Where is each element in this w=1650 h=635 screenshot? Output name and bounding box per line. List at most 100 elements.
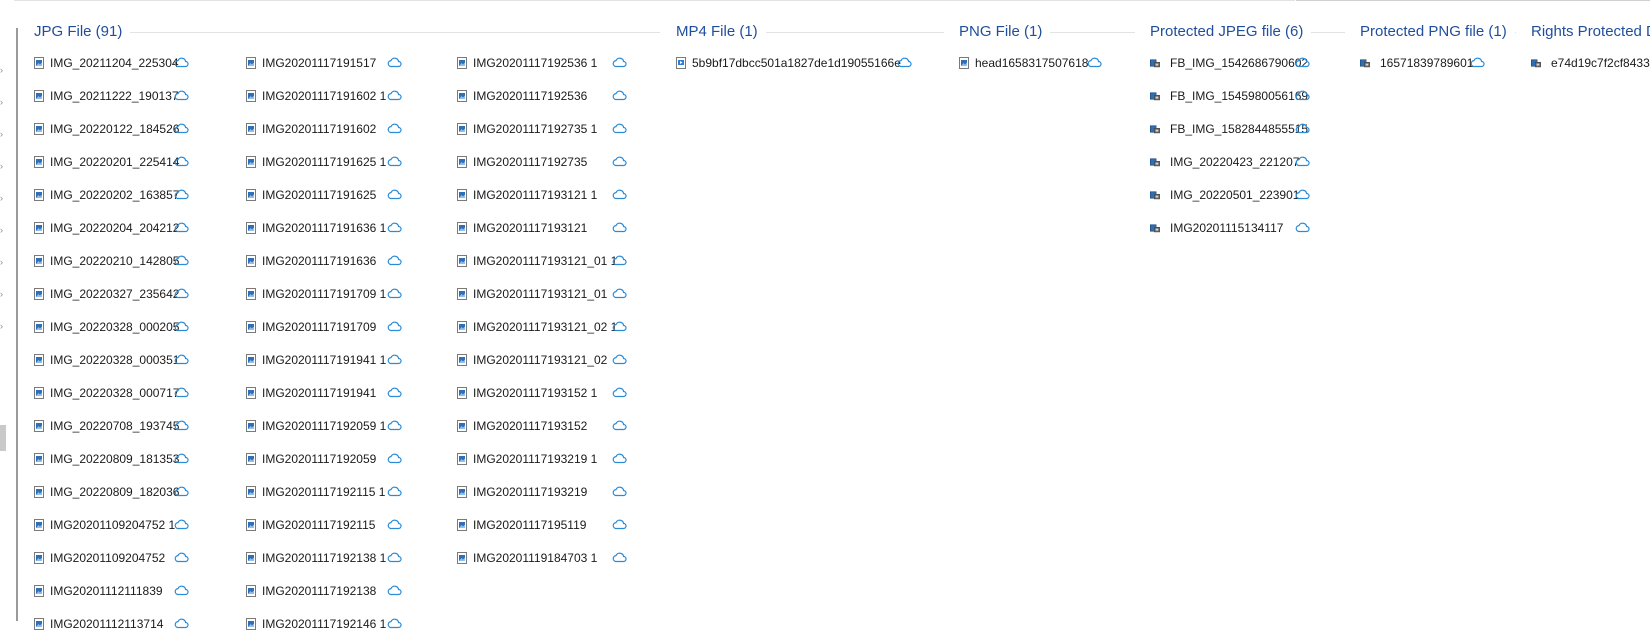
nav-expand-chevron-icon[interactable]: ›: [0, 289, 6, 299]
file-name: IMG20201117193121_02 1: [473, 320, 618, 334]
file-name: IMG20201117191636: [262, 254, 377, 268]
image-file-icon: [34, 420, 44, 432]
cloud-icon: [1295, 90, 1310, 101]
file-name: IMG_20220501_223901: [1170, 188, 1300, 202]
cloud-icon: [174, 420, 189, 431]
cloud-icon: [174, 156, 189, 167]
image-file-icon: [457, 90, 467, 102]
file-name: IMG20201117191625: [262, 188, 377, 202]
cloud-icon: [1295, 189, 1310, 200]
nav-expand-chevron-icon[interactable]: ›: [0, 161, 6, 171]
file-name: IMG20201117195119: [473, 518, 587, 532]
cloud-icon: [174, 255, 189, 266]
nav-expand-chevron-icon[interactable]: ›: [0, 193, 6, 203]
cloud-icon: [174, 354, 189, 365]
cloud-icon: [612, 354, 627, 365]
file-name: IMG_20211222_190137: [50, 89, 179, 103]
cloud-icon: [387, 387, 402, 398]
nav-expand-chevron-icon[interactable]: ›: [0, 257, 6, 267]
file-name: IMG20201117193152 1: [473, 386, 598, 400]
file-name: IMG20201117193121 1: [473, 188, 598, 202]
nav-expand-chevron-icon[interactable]: ›: [0, 65, 6, 75]
cloud-icon: [174, 486, 189, 497]
image-file-icon: [457, 387, 467, 399]
nav-expand-chevron-icon[interactable]: ›: [0, 97, 6, 107]
image-file-icon: [246, 156, 256, 168]
file-name: IMG20201117192138: [262, 584, 377, 598]
pane-divider[interactable]: [16, 28, 18, 621]
image-file-icon: [246, 90, 256, 102]
file-name: head1658317507618: [975, 56, 1089, 70]
image-file-icon: [246, 453, 256, 465]
image-file-icon: [246, 519, 256, 531]
file-name: e74d19c7f2cf8433e4: [1551, 56, 1650, 70]
cloud-icon: [174, 123, 189, 134]
cloud-icon: [387, 57, 402, 68]
protected-file-icon: [1360, 59, 1370, 68]
image-file-icon: [246, 189, 256, 201]
file-name: IMG_20220328_000351: [50, 353, 180, 367]
group-title[interactable]: Protected JPEG file (6): [1150, 22, 1312, 42]
image-file-icon: [246, 222, 256, 234]
cloud-icon: [387, 618, 402, 629]
cloud-icon: [612, 189, 627, 200]
image-file-icon: [246, 552, 256, 564]
image-file-icon: [246, 321, 256, 333]
image-file-icon: [34, 90, 44, 102]
file-name: IMG_20220423_221207: [1170, 155, 1300, 169]
file-name: IMG20201115134117: [1170, 221, 1284, 235]
file-name: IMG20201117192735: [473, 155, 588, 169]
cloud-icon: [612, 453, 627, 464]
image-file-icon: [34, 321, 44, 333]
nav-scrollbar-thumb[interactable]: [0, 425, 6, 451]
protected-file-icon: [1150, 191, 1160, 200]
cloud-icon: [174, 585, 189, 596]
cloud-icon: [387, 90, 402, 101]
cloud-icon: [612, 321, 627, 332]
image-file-icon: [34, 618, 44, 630]
image-file-icon: [246, 288, 256, 300]
image-file-icon: [959, 57, 969, 69]
nav-expand-chevron-icon[interactable]: ›: [0, 321, 6, 331]
cloud-icon: [174, 552, 189, 563]
image-file-icon: [34, 156, 44, 168]
group-title[interactable]: JPG File (91): [34, 22, 131, 42]
nav-expand-chevron-icon[interactable]: ›: [0, 225, 6, 235]
image-file-icon: [34, 57, 44, 69]
image-file-icon: [457, 321, 467, 333]
cloud-icon: [387, 585, 402, 596]
image-file-icon: [246, 486, 256, 498]
image-file-icon: [457, 123, 467, 135]
file-name: IMG_20220328_000717: [50, 386, 180, 400]
cloud-icon: [387, 519, 402, 530]
file-name: IMG20201117193219: [473, 485, 588, 499]
cloud-icon: [1295, 57, 1310, 68]
group-title[interactable]: Rights Protected D: [1531, 22, 1650, 42]
group-title[interactable]: Protected PNG file (1): [1360, 22, 1515, 42]
file-name: IMG20201117192536: [473, 89, 588, 103]
file-name: IMG20201117193152: [473, 419, 588, 433]
image-file-icon: [457, 255, 467, 267]
cloud-icon: [612, 420, 627, 431]
file-name: IMG20201117191709: [262, 320, 377, 334]
group-title[interactable]: PNG File (1): [959, 22, 1051, 42]
image-file-icon: [246, 354, 256, 366]
file-name: 16571839789601: [1380, 56, 1474, 70]
cloud-icon: [387, 222, 402, 233]
image-file-icon: [34, 255, 44, 267]
file-name: IMG20201117193219 1: [473, 452, 598, 466]
cloud-icon: [387, 486, 402, 497]
video-file-icon: [676, 57, 686, 69]
file-name: IMG20201117191941: [262, 386, 377, 400]
cloud-icon: [387, 321, 402, 332]
group-title[interactable]: MP4 File (1): [676, 22, 766, 42]
nav-expand-chevron-icon[interactable]: ›: [0, 129, 6, 139]
cloud-icon: [387, 552, 402, 563]
cloud-icon: [387, 288, 402, 299]
cloud-icon: [897, 57, 912, 68]
cloud-icon: [612, 519, 627, 530]
file-name: IMG20201117192059: [262, 452, 377, 466]
image-file-icon: [34, 123, 44, 135]
image-file-icon: [246, 585, 256, 597]
cloud-icon: [174, 57, 189, 68]
